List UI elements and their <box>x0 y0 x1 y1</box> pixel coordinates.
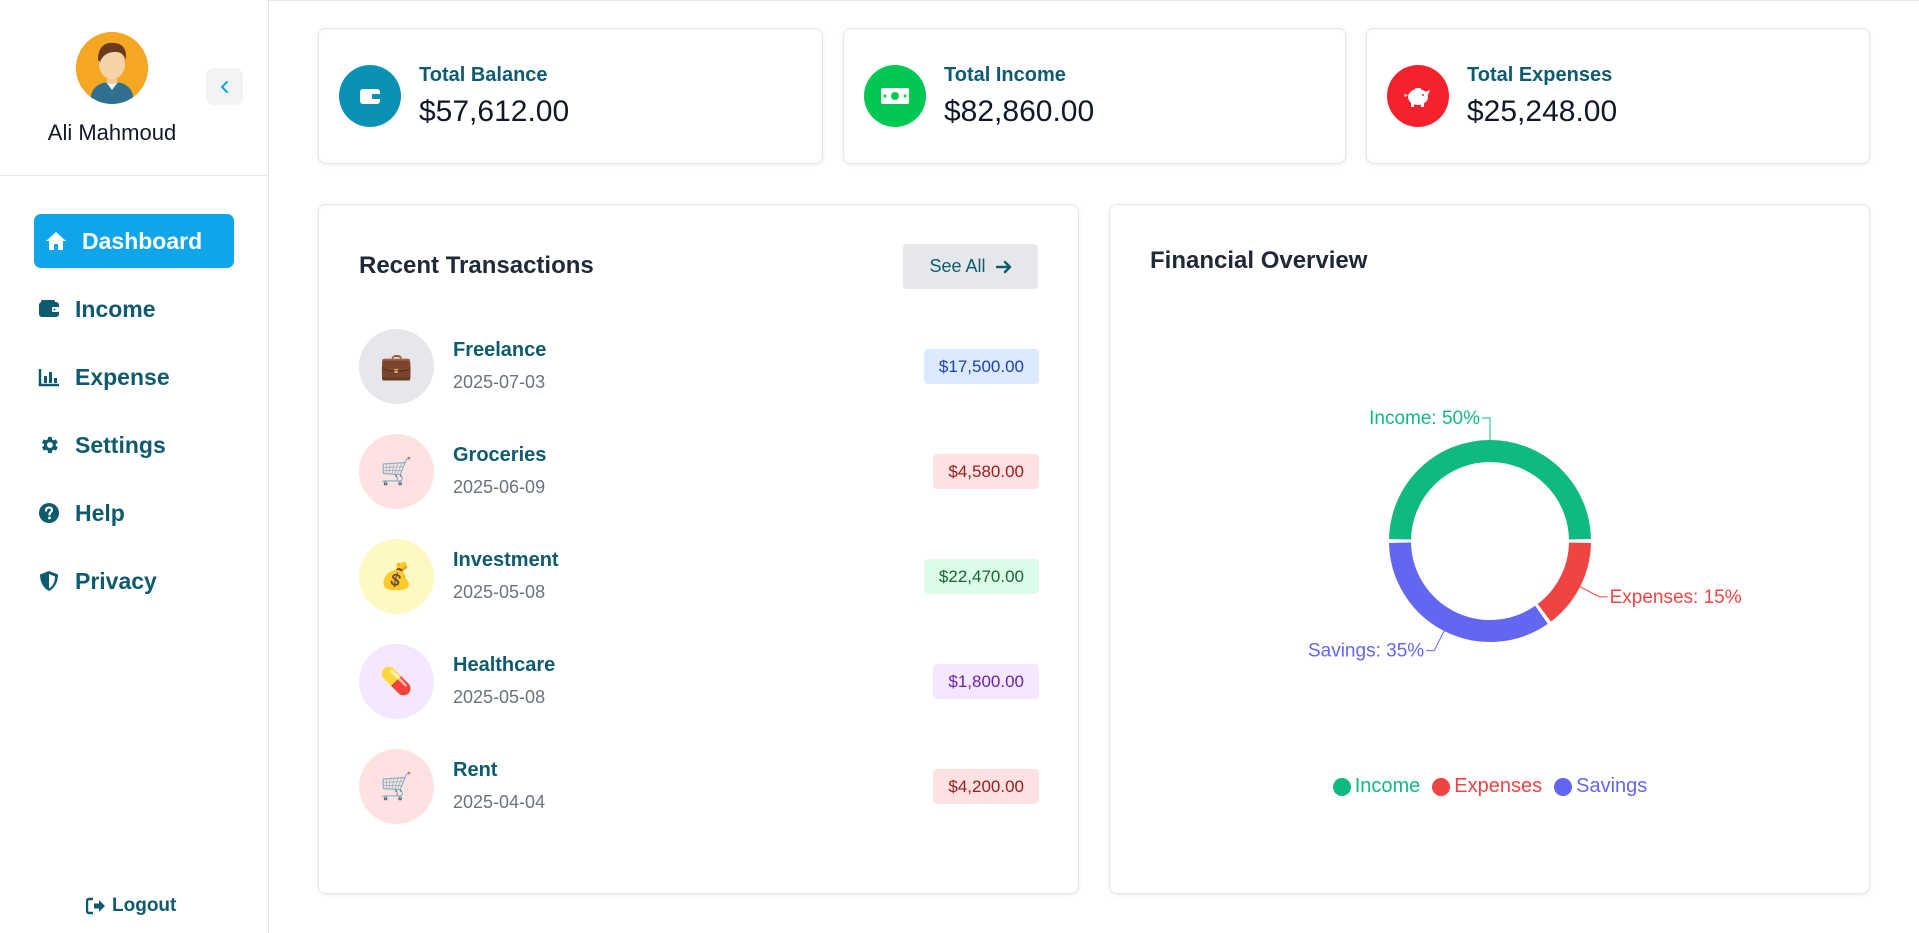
stat-value: $82,860.00 <box>944 95 1095 128</box>
transaction-amount-badge: $4,580.00 <box>933 454 1039 489</box>
legend-item-income[interactable]: Income <box>1332 775 1421 798</box>
donut-slice-savings[interactable] <box>1389 542 1548 642</box>
stat-label: Total Balance <box>419 64 548 86</box>
legend-swatch <box>1554 777 1573 796</box>
transaction-date: 2025-05-08 <box>453 582 546 602</box>
transaction-date: 2025-07-03 <box>453 372 546 392</box>
sidebar-item-income[interactable]: Income <box>34 282 234 336</box>
chart-legend: Income Expenses Savings <box>1110 775 1870 798</box>
shopping-cart-icon: 🛒 <box>359 749 434 824</box>
briefcase-icon: 💼 <box>359 329 434 404</box>
transaction-name: Rent <box>453 759 498 781</box>
logout-icon <box>86 896 106 916</box>
donut-label-leader <box>1426 630 1445 652</box>
collapse-sidebar-button[interactable] <box>206 68 243 105</box>
sidebar-item-label: Income <box>75 295 156 322</box>
stat-icon-circle <box>864 65 926 127</box>
legend-item-savings[interactable]: Savings <box>1554 775 1647 798</box>
donut-chart: Income: 50% Expenses: 15% Savings: 35% <box>1308 408 1742 662</box>
sidebar-item-label: Expense <box>75 363 170 390</box>
sidebar: Ali Mahmoud Dashboard Income Expense Set… <box>0 0 269 933</box>
sidebar-item-dashboard[interactable]: Dashboard <box>34 214 234 268</box>
financial-overview-panel: Financial Overview Income: 50% Expenses: … <box>1109 204 1870 894</box>
transaction-name: Freelance <box>453 339 547 361</box>
donut-slice-label: Income: 50% <box>1369 408 1480 429</box>
transaction-date: 2025-04-04 <box>453 792 546 812</box>
transaction-amount-badge: $1,800.00 <box>933 664 1039 699</box>
transaction-row[interactable]: 🛒 Rent 2025-04-04 $4,200.00 <box>359 749 1039 825</box>
donut-slice-expenses[interactable] <box>1537 542 1591 622</box>
donut-slice-label: Expenses: 15% <box>1610 587 1742 608</box>
chart-icon <box>37 365 61 389</box>
wallet-icon <box>37 297 61 321</box>
donut-label-leader <box>1482 417 1491 440</box>
money-icon <box>880 86 910 106</box>
avatar <box>76 32 148 104</box>
top-border <box>269 0 1919 1</box>
stat-card-total-income: Total Income $82,860.00 <box>843 28 1346 164</box>
transaction-date: 2025-05-08 <box>453 687 546 707</box>
legend-label: Savings <box>1576 775 1648 797</box>
recent-transactions-panel: Recent Transactions See All 💼 Freelance … <box>318 204 1079 894</box>
sidebar-item-label: Settings <box>75 431 166 458</box>
stat-label: Total Income <box>944 64 1066 86</box>
shopping-cart-icon: 🛒 <box>359 434 434 509</box>
stat-value: $57,612.00 <box>419 95 570 128</box>
stat-value: $25,248.00 <box>1467 95 1618 128</box>
legend-label: Income <box>1354 775 1421 797</box>
stat-icon-circle <box>339 65 401 127</box>
wallet-icon <box>359 87 381 105</box>
stat-label: Total Expenses <box>1467 64 1613 86</box>
stat-icon-circle <box>1387 65 1449 127</box>
transaction-row[interactable]: 💼 Freelance 2025-07-03 $17,500.00 <box>359 329 1039 405</box>
see-all-button[interactable]: See All <box>903 244 1038 289</box>
sidebar-item-help[interactable]: Help <box>34 486 234 540</box>
transaction-amount-badge: $22,470.00 <box>923 559 1039 594</box>
arrow-right-icon <box>995 260 1012 274</box>
sidebar-item-settings[interactable]: Settings <box>34 418 234 472</box>
legend-item-expenses[interactable]: Expenses <box>1432 775 1542 798</box>
profile-section: Ali Mahmoud <box>0 0 268 176</box>
app: Ali Mahmoud Dashboard Income Expense Set… <box>0 0 1919 933</box>
home-icon <box>44 229 68 253</box>
stat-card-total-expenses: Total Expenses $25,248.00 <box>1366 28 1870 164</box>
sidebar-item-privacy[interactable]: Privacy <box>34 554 234 608</box>
transaction-date: 2025-06-09 <box>453 477 546 497</box>
donut-slice-label: Savings: 35% <box>1308 641 1424 662</box>
profile-name: Ali Mahmoud <box>47 120 177 145</box>
sidebar-item-expense[interactable]: Expense <box>34 350 234 404</box>
transaction-row[interactable]: 🛒 Groceries 2025-06-09 $4,580.00 <box>359 434 1039 510</box>
legend-swatch <box>1332 777 1351 796</box>
donut-slice-income[interactable] <box>1389 440 1591 540</box>
pill-icon: 💊 <box>359 644 434 719</box>
transaction-name: Healthcare <box>453 654 556 676</box>
question-icon <box>37 501 61 525</box>
stat-card-total-balance: Total Balance $57,612.00 <box>318 28 823 164</box>
transaction-row[interactable]: 💰 Investment 2025-05-08 $22,470.00 <box>359 539 1039 615</box>
transaction-row[interactable]: 💊 Healthcare 2025-05-08 $1,800.00 <box>359 644 1039 720</box>
transaction-name: Groceries <box>453 444 547 466</box>
money-bag-icon: 💰 <box>359 539 434 614</box>
transaction-amount-badge: $17,500.00 <box>923 349 1039 384</box>
shield-icon <box>37 569 61 593</box>
sidebar-item-label: Dashboard <box>82 227 203 254</box>
transaction-amount-badge: $4,200.00 <box>933 769 1039 804</box>
see-all-label: See All <box>929 256 986 276</box>
legend-swatch <box>1432 777 1451 796</box>
logout-button[interactable]: Logout <box>86 895 176 917</box>
donut-label-leader <box>1579 586 1608 598</box>
gear-icon <box>37 433 61 457</box>
chevron-left-icon <box>218 80 232 94</box>
logout-label: Logout <box>112 895 177 916</box>
panel-title: Recent Transactions <box>359 252 594 279</box>
piggy-bank-icon <box>1403 84 1433 108</box>
transaction-name: Investment <box>453 549 559 571</box>
sidebar-item-label: Privacy <box>75 567 157 594</box>
legend-label: Expenses <box>1454 775 1543 797</box>
sidebar-item-label: Help <box>75 499 125 526</box>
